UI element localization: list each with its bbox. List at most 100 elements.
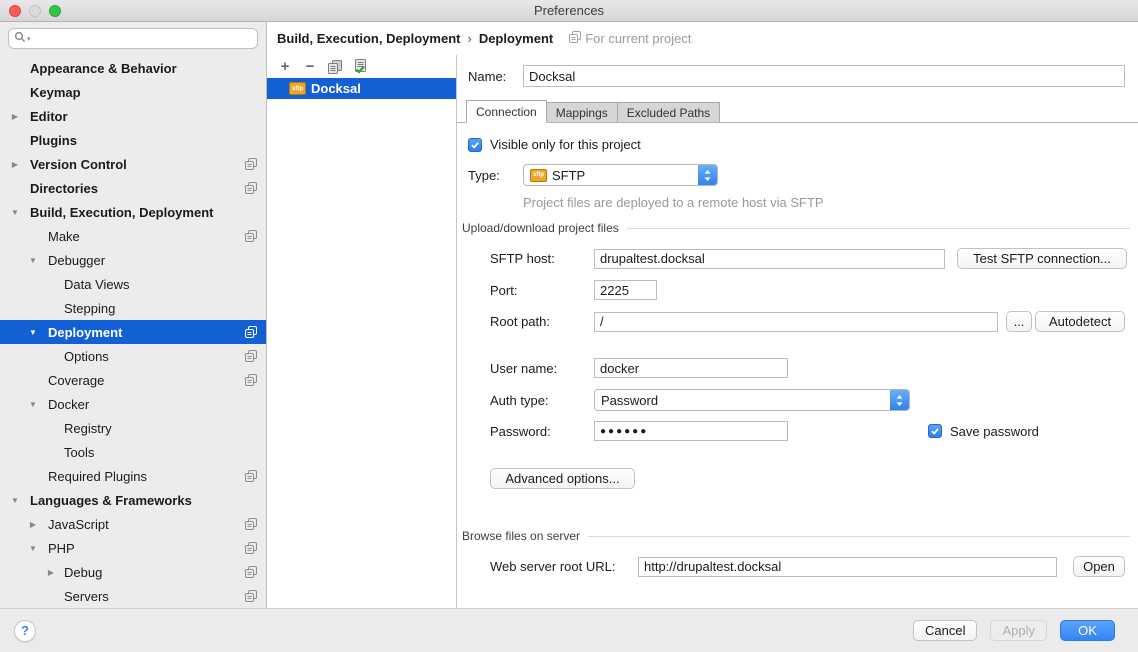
sftp-host-input[interactable]: [594, 249, 945, 269]
select-stepper-icon[interactable]: [890, 390, 909, 410]
add-server-icon[interactable]: +: [277, 59, 293, 75]
server-list-toolbar: + −: [267, 55, 456, 78]
chevron-down-icon[interactable]: ▼: [28, 544, 38, 553]
group-separator-line: [588, 536, 1130, 537]
visible-only-checkbox[interactable]: [468, 138, 482, 152]
zoom-window-icon[interactable]: [49, 5, 61, 17]
sidebar-item-registry[interactable]: Registry: [0, 416, 266, 440]
sidebar-item-required-plugins[interactable]: Required Plugins: [0, 464, 266, 488]
test-sftp-connection-button[interactable]: Test SFTP connection...: [957, 248, 1127, 269]
port-input[interactable]: [594, 280, 657, 300]
root-path-label: Root path:: [490, 314, 594, 329]
settings-search-box[interactable]: ▾: [8, 28, 258, 49]
group-separator-line: [627, 228, 1130, 229]
sidebar-item-build-execution-deployment[interactable]: ▼Build, Execution, Deployment: [0, 200, 266, 224]
sidebar-item-debugger[interactable]: ▼Debugger: [0, 248, 266, 272]
per-project-settings-icon: [245, 374, 257, 389]
breadcrumb: Build, Execution, Deployment › Deploymen…: [267, 22, 1138, 55]
chevron-right-icon[interactable]: ▶: [10, 160, 20, 169]
type-value: SFTP: [552, 168, 585, 183]
chevron-down-icon[interactable]: ▼: [28, 328, 38, 337]
user-name-input[interactable]: [594, 358, 788, 378]
sidebar-item-data-views[interactable]: Data Views: [0, 272, 266, 296]
sidebar-item-directories[interactable]: Directories: [0, 176, 266, 200]
type-hint: Project files are deployed to a remote h…: [523, 195, 824, 210]
sidebar-item-deployment[interactable]: ▼Deployment: [0, 320, 266, 344]
tab-mappings[interactable]: Mappings: [546, 102, 618, 122]
copy-server-icon[interactable]: [327, 59, 343, 75]
deployment-form: Name: Connection Mappings Excluded Paths…: [457, 55, 1138, 608]
chevron-down-icon[interactable]: ▼: [10, 496, 20, 505]
browse-root-path-button[interactable]: ...: [1006, 311, 1032, 332]
per-project-settings-icon: [245, 590, 257, 605]
breadcrumb-page: Deployment: [479, 31, 553, 46]
tab-excluded-paths[interactable]: Excluded Paths: [617, 102, 720, 122]
root-path-input[interactable]: [594, 312, 998, 332]
user-name-label: User name:: [490, 361, 594, 376]
sidebar-item-make[interactable]: Make: [0, 224, 266, 248]
apply-button[interactable]: Apply: [990, 620, 1047, 641]
sidebar-item-plugins[interactable]: Plugins: [0, 128, 266, 152]
name-label: Name:: [468, 69, 523, 84]
sidebar-item-php[interactable]: ▼PHP: [0, 536, 266, 560]
per-project-settings-icon: [569, 31, 581, 46]
sidebar-item-javascript[interactable]: ▶JavaScript: [0, 512, 266, 536]
use-as-default-icon[interactable]: [352, 59, 368, 75]
type-select[interactable]: sftp SFTP: [523, 164, 718, 186]
sidebar-item-options[interactable]: Options: [0, 344, 266, 368]
close-window-icon[interactable]: [9, 5, 21, 17]
per-project-settings-icon: [245, 470, 257, 485]
sidebar-item-appearance-behavior[interactable]: Appearance & Behavior: [0, 56, 266, 80]
chevron-down-icon[interactable]: ▼: [10, 208, 20, 217]
tab-connection[interactable]: Connection: [466, 100, 547, 123]
sftp-file-icon: sftp: [289, 82, 306, 95]
type-label: Type:: [468, 168, 523, 183]
advanced-options-button[interactable]: Advanced options...: [490, 468, 635, 489]
window-title: Preferences: [534, 3, 604, 18]
save-password-checkbox[interactable]: [928, 424, 942, 438]
help-button[interactable]: ?: [14, 620, 36, 642]
search-input[interactable]: [32, 30, 257, 47]
chevron-down-icon[interactable]: ▼: [28, 256, 38, 265]
save-password-label[interactable]: Save password: [950, 424, 1039, 439]
dialog-footer: ? Cancel Apply OK: [0, 608, 1138, 652]
visible-only-label[interactable]: Visible only for this project: [490, 137, 641, 152]
auth-type-value: Password: [601, 393, 658, 408]
open-url-button[interactable]: Open: [1073, 556, 1125, 577]
server-list-panel: + − sftp Docksal: [267, 55, 457, 608]
sidebar-item-coverage[interactable]: Coverage: [0, 368, 266, 392]
cancel-button[interactable]: Cancel: [913, 620, 977, 641]
server-list-item-docksal[interactable]: sftp Docksal: [267, 78, 456, 99]
web-server-root-url-input[interactable]: [638, 557, 1057, 577]
select-stepper-icon[interactable]: [698, 165, 717, 185]
password-input[interactable]: [594, 421, 788, 441]
chevron-right-icon[interactable]: ▶: [10, 112, 20, 121]
sidebar-item-docker[interactable]: ▼Docker: [0, 392, 266, 416]
chevron-right-icon[interactable]: ▶: [28, 520, 38, 529]
per-project-settings-icon: [245, 230, 257, 245]
sidebar-item-debug[interactable]: ▶Debug: [0, 560, 266, 584]
autodetect-button[interactable]: Autodetect: [1035, 311, 1125, 332]
chevron-down-icon[interactable]: ▼: [28, 400, 38, 409]
breadcrumb-section[interactable]: Build, Execution, Deployment: [277, 31, 460, 46]
scope-label: For current project: [585, 31, 691, 46]
search-icon: [14, 31, 26, 46]
auth-type-select[interactable]: Password: [594, 389, 910, 411]
sidebar-item-stepping[interactable]: Stepping: [0, 296, 266, 320]
tab-bar: Connection Mappings Excluded Paths: [457, 100, 1138, 123]
search-filter-caret-icon[interactable]: ▾: [27, 35, 31, 43]
per-project-settings-icon: [245, 518, 257, 533]
sidebar-item-editor[interactable]: ▶Editor: [0, 104, 266, 128]
scope-indicator: For current project: [569, 31, 691, 46]
chevron-right-icon[interactable]: ▶: [46, 568, 56, 577]
sidebar-item-keymap[interactable]: Keymap: [0, 80, 266, 104]
sidebar-item-version-control[interactable]: ▶Version Control: [0, 152, 266, 176]
remove-server-icon[interactable]: −: [302, 59, 318, 75]
preferences-window: Preferences ▾ Appearance & Behavior Keym…: [0, 0, 1138, 652]
sidebar-item-servers[interactable]: Servers: [0, 584, 266, 608]
ok-button[interactable]: OK: [1060, 620, 1115, 641]
name-input[interactable]: [523, 65, 1125, 87]
sidebar-item-tools[interactable]: Tools: [0, 440, 266, 464]
server-name: Docksal: [311, 81, 361, 96]
sidebar-item-languages-frameworks[interactable]: ▼Languages & Frameworks: [0, 488, 266, 512]
